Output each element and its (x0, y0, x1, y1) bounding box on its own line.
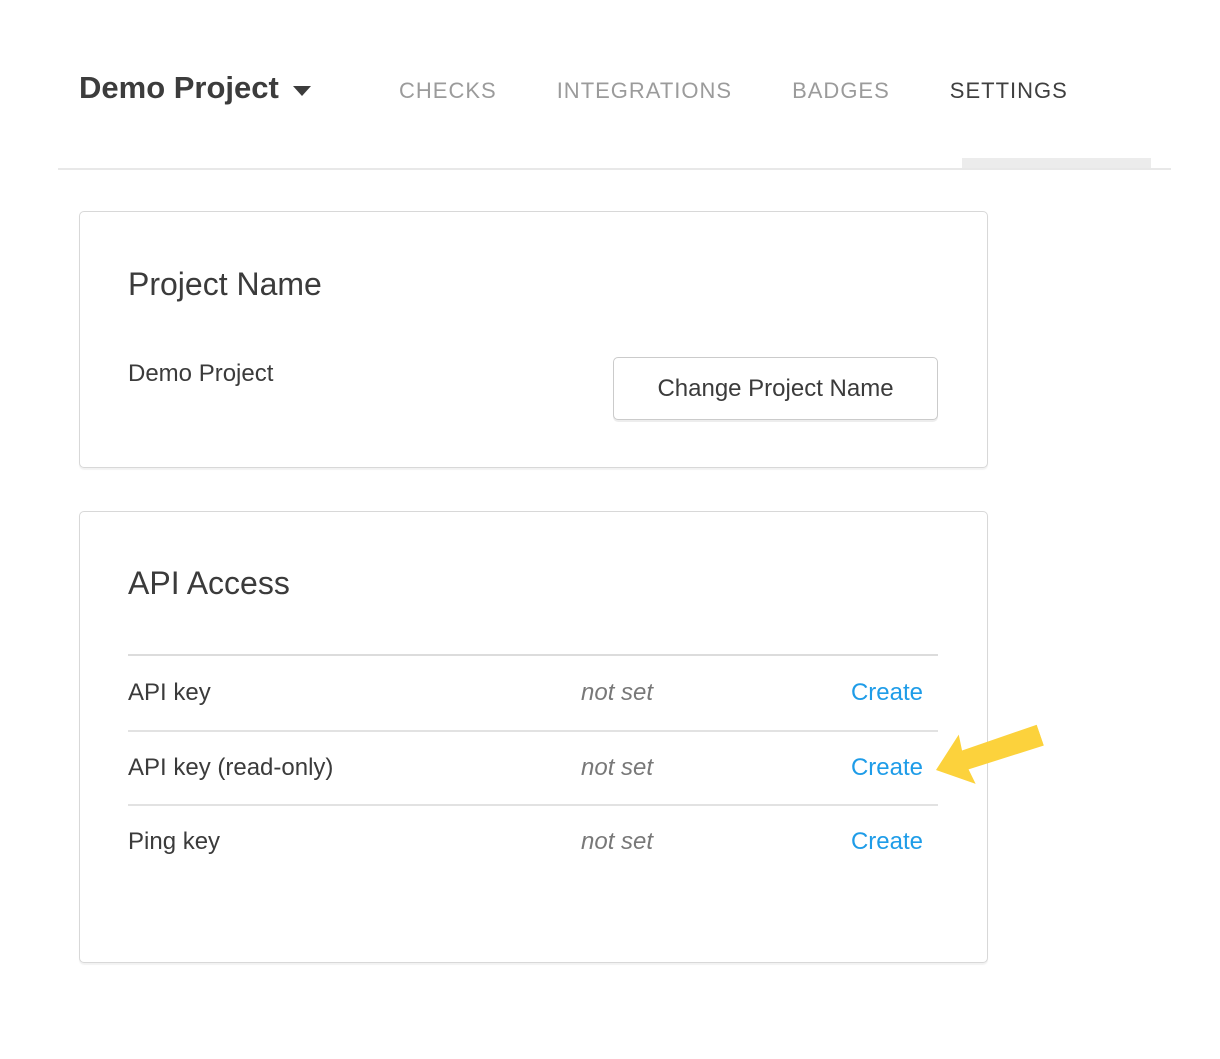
project-switcher-label: Demo Project (79, 70, 279, 106)
nav-tabs: CHECKS INTEGRATIONS BADGES SETTINGS (399, 78, 1068, 104)
api-key-read-only-create-link[interactable]: Create (851, 754, 938, 782)
caret-down-icon (293, 86, 311, 96)
api-key-read-only-value: not set (581, 754, 851, 782)
table-row-api-key: API key not set Create (128, 656, 938, 730)
nav-divider (58, 168, 1171, 170)
api-key-value: not set (581, 679, 851, 707)
tab-checks[interactable]: CHECKS (399, 78, 497, 104)
api-access-card-title: API Access (128, 564, 290, 602)
project-name-card: Project Name Demo Project Change Project… (79, 211, 988, 468)
table-row-api-key-read-only: API key (read-only) not set Create (128, 730, 938, 804)
change-project-name-button[interactable]: Change Project Name (613, 357, 938, 420)
table-row-ping-key: Ping key not set Create (128, 804, 938, 878)
current-project-name: Demo Project (128, 360, 273, 388)
ping-key-create-link[interactable]: Create (851, 828, 938, 856)
api-key-create-link[interactable]: Create (851, 679, 938, 707)
tab-settings[interactable]: SETTINGS (950, 78, 1068, 104)
api-key-read-only-label: API key (read-only) (128, 754, 581, 782)
ping-key-label: Ping key (128, 828, 581, 856)
tab-integrations[interactable]: INTEGRATIONS (557, 78, 732, 104)
api-keys-table: API key not set Create API key (read-onl… (128, 654, 938, 878)
project-switcher-dropdown[interactable]: Demo Project (79, 70, 311, 106)
project-name-card-title: Project Name (128, 265, 322, 303)
api-access-card: API Access API key not set Create API ke… (79, 511, 988, 963)
ping-key-value: not set (581, 828, 851, 856)
api-key-label: API key (128, 679, 581, 707)
tab-badges[interactable]: BADGES (792, 78, 890, 104)
top-navigation: Demo Project CHECKS INTEGRATIONS BADGES … (0, 0, 1220, 171)
